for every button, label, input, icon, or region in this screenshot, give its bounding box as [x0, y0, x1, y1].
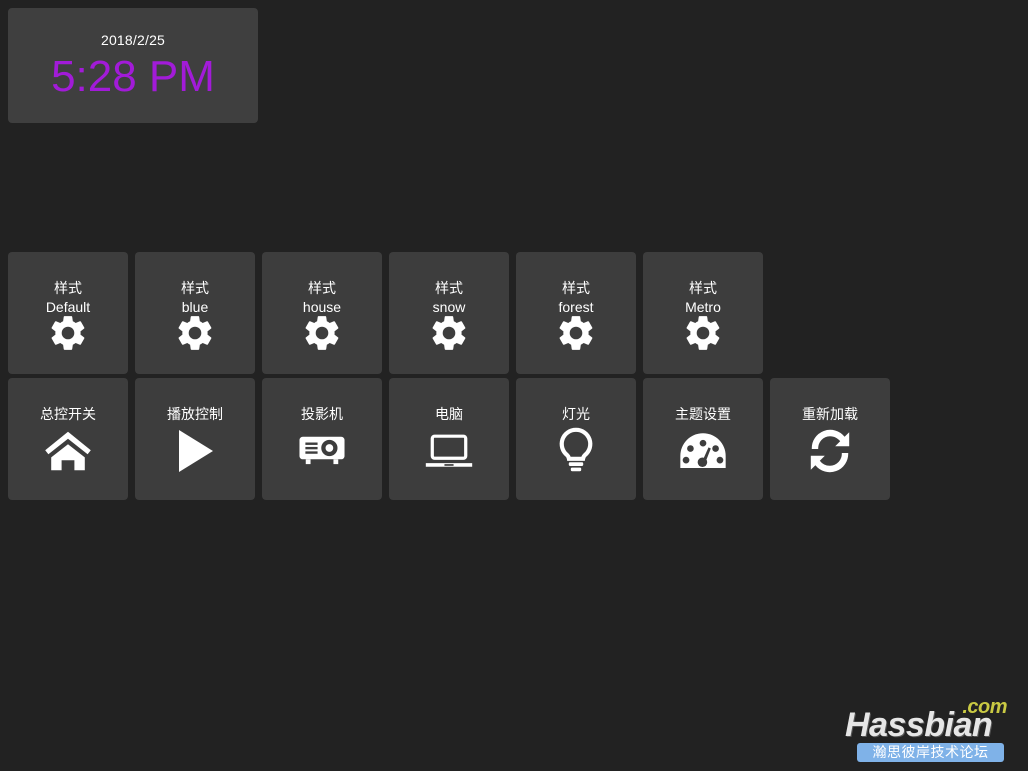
tile-title: 投影机 — [262, 386, 382, 424]
refresh-icon — [770, 424, 890, 478]
tile-title-text: 主题设置 — [675, 406, 731, 422]
tile-master-switch[interactable]: 总控开关 — [8, 378, 128, 500]
laptop-icon — [389, 424, 509, 478]
tile-title-text: 灯光 — [562, 406, 590, 422]
gear-icon — [262, 306, 382, 360]
gear-icon — [389, 306, 509, 360]
watermark-forum-text: 瀚思彼岸技术论坛 — [857, 743, 1004, 762]
style-tile-row: 样式 Default 样式 blue 样式 house 样式 snow 样式 f… — [8, 252, 763, 374]
tile-title: 重新加载 — [770, 386, 890, 424]
tile-title-text: 样式 — [689, 280, 717, 296]
tile-title-text: 播放控制 — [167, 406, 223, 422]
watermark-brand-text: Hassbian — [845, 706, 993, 744]
clock-date: 2018/2/25 — [100, 32, 166, 48]
tile-title-text: 样式 — [562, 280, 590, 296]
tile-title-text: 电脑 — [435, 406, 463, 422]
tile-style-forest[interactable]: 样式 forest — [516, 252, 636, 374]
tile-playback-control[interactable]: 播放控制 — [135, 378, 255, 500]
tile-lighting[interactable]: 灯光 — [516, 378, 636, 500]
tile-title: 电脑 — [389, 386, 509, 424]
clock-widget[interactable]: 2018/2/25 5:28 PM — [8, 8, 258, 123]
tile-title-text: 样式 — [181, 280, 209, 296]
gauge-icon — [643, 424, 763, 478]
tile-title: 主题设置 — [643, 386, 763, 424]
tile-title: 灯光 — [516, 386, 636, 424]
gear-icon — [135, 306, 255, 360]
tile-title-text: 投影机 — [301, 406, 343, 422]
watermark-logo: .com Hassbian 瀚思彼岸技术论坛 — [845, 697, 1015, 763]
action-tile-row: 总控开关 播放控制 投影机 电脑 灯光 主题设置 重新加载 — [8, 378, 890, 500]
tile-title-text: 样式 — [308, 280, 336, 296]
tile-title: 总控开关 — [8, 386, 128, 424]
tile-reload[interactable]: 重新加载 — [770, 378, 890, 500]
tile-title-text: 总控开关 — [40, 406, 96, 422]
tile-style-default[interactable]: 样式 Default — [8, 252, 128, 374]
lightbulb-icon — [516, 424, 636, 478]
gear-icon — [643, 306, 763, 360]
tile-style-blue[interactable]: 样式 blue — [135, 252, 255, 374]
tile-style-house[interactable]: 样式 house — [262, 252, 382, 374]
play-icon — [135, 424, 255, 478]
home-icon — [8, 424, 128, 478]
tile-projector[interactable]: 投影机 — [262, 378, 382, 500]
tile-title-text: 样式 — [435, 280, 463, 296]
tile-theme-settings[interactable]: 主题设置 — [643, 378, 763, 500]
tile-title-text: 样式 — [54, 280, 82, 296]
gear-icon — [516, 306, 636, 360]
tile-title-text: 重新加载 — [802, 406, 858, 422]
projector-icon — [262, 424, 382, 478]
tile-style-metro[interactable]: 样式 Metro — [643, 252, 763, 374]
gear-icon — [8, 306, 128, 360]
tile-style-snow[interactable]: 样式 snow — [389, 252, 509, 374]
clock-time: 5:28 PM — [51, 52, 215, 101]
tile-computer[interactable]: 电脑 — [389, 378, 509, 500]
tile-title: 播放控制 — [135, 386, 255, 424]
